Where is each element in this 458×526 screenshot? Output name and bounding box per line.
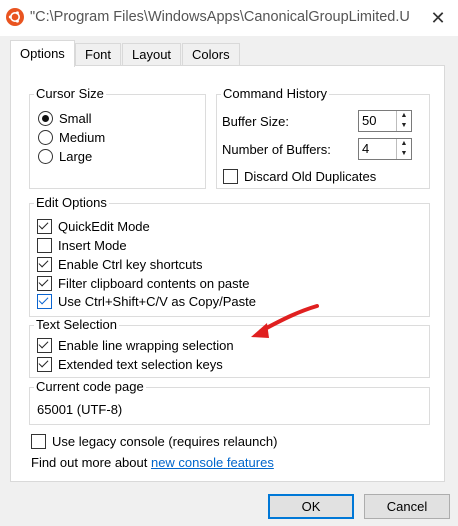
- num-buffers-arrows: ▲ ▼: [396, 139, 411, 159]
- buffer-size-arrows: ▲ ▼: [396, 111, 411, 131]
- cursor-size-group: Cursor Size Small Medium Large: [29, 86, 206, 189]
- find-out-more-text: Find out more about: [31, 454, 151, 470]
- quickedit-checkbox[interactable]: [37, 218, 52, 234]
- insert-mode-checkbox[interactable]: [37, 237, 52, 253]
- code-page-value: 65001 (UTF-8): [37, 401, 123, 417]
- num-buffers-value[interactable]: 4: [362, 141, 369, 156]
- ctrl-shortcuts[interactable]: Enable Ctrl key shortcuts: [37, 255, 203, 273]
- radio-small[interactable]: Small: [38, 109, 92, 127]
- num-buffers-label: Number of Buffers:: [222, 141, 331, 157]
- ok-button[interactable]: OK: [268, 494, 354, 519]
- ctrl-shift-copy-paste[interactable]: Use Ctrl+Shift+C/V as Copy/Paste: [37, 292, 256, 310]
- num-buffers-stepper[interactable]: 4 ▲ ▼: [358, 138, 412, 160]
- buffer-size-stepper[interactable]: 50 ▲ ▼: [358, 110, 412, 132]
- ctrl-shift-copy-paste-checkbox[interactable]: [37, 293, 52, 309]
- buffer-size-value[interactable]: 50: [362, 113, 376, 128]
- quickedit-label: QuickEdit Mode: [58, 218, 150, 234]
- radio-medium[interactable]: Medium: [38, 128, 105, 146]
- legacy-console-label: Use legacy console (requires relaunch): [52, 433, 278, 449]
- radio-large[interactable]: Large: [38, 147, 92, 165]
- stepper-down-icon[interactable]: ▼: [397, 121, 411, 131]
- filter-clipboard-checkbox[interactable]: [37, 275, 52, 291]
- line-wrapping-label: Enable line wrapping selection: [58, 337, 234, 353]
- stepper-up-icon[interactable]: ▲: [397, 139, 411, 149]
- new-console-features-link[interactable]: new console features: [151, 455, 274, 470]
- quickedit-mode[interactable]: QuickEdit Mode: [37, 217, 150, 235]
- code-page-group: Current code page 65001 (UTF-8): [29, 379, 430, 425]
- radio-small-button[interactable]: [38, 110, 53, 126]
- tab-options[interactable]: Options: [10, 40, 75, 67]
- red-arrow-annotation: [251, 304, 319, 338]
- command-history-group: Command History Buffer Size: 50 ▲ ▼ Numb…: [216, 86, 430, 189]
- discard-duplicates-checkbox[interactable]: [223, 168, 238, 184]
- ctrl-shortcuts-label: Enable Ctrl key shortcuts: [58, 256, 203, 272]
- line-wrapping-selection[interactable]: Enable line wrapping selection: [37, 336, 234, 354]
- code-page-title: Current code page: [34, 379, 146, 394]
- text-selection-group: Text Selection Enable line wrapping sele…: [29, 317, 430, 378]
- cancel-button[interactable]: Cancel: [364, 494, 450, 519]
- edit-options-group: Edit Options QuickEdit Mode Insert Mode …: [29, 195, 430, 317]
- legacy-console-checkbox[interactable]: [31, 433, 46, 449]
- insert-mode[interactable]: Insert Mode: [37, 236, 127, 254]
- extended-selection-label: Extended text selection keys: [58, 356, 223, 372]
- filter-clipboard[interactable]: Filter clipboard contents on paste: [37, 274, 250, 292]
- line-wrapping-checkbox[interactable]: [37, 337, 52, 353]
- cursor-size-title: Cursor Size: [34, 86, 106, 101]
- close-icon[interactable]: ✕: [418, 3, 458, 33]
- radio-medium-label: Medium: [59, 129, 106, 145]
- insert-mode-label: Insert Mode: [58, 237, 127, 253]
- edit-options-title: Edit Options: [34, 195, 109, 210]
- text-selection-title: Text Selection: [34, 317, 119, 332]
- find-out-more: Find out more about new console features: [31, 453, 274, 471]
- options-panel: Cursor Size Small Medium Large Command H…: [10, 65, 445, 482]
- window-title: "C:\Program Files\WindowsApps\CanonicalG…: [30, 9, 410, 25]
- properties-dialog: Options Font Layout Colors Cursor Size S…: [0, 36, 458, 526]
- discard-duplicates-label: Discard Old Duplicates: [244, 168, 377, 184]
- title-bar: "C:\Program Files\WindowsApps\CanonicalG…: [0, 0, 458, 36]
- tab-colors[interactable]: Colors: [182, 43, 240, 66]
- ctrl-shortcuts-checkbox[interactable]: [37, 256, 52, 272]
- filter-clipboard-label: Filter clipboard contents on paste: [58, 275, 250, 291]
- command-history-title: Command History: [221, 86, 330, 101]
- radio-small-label: Small: [59, 110, 92, 126]
- stepper-up-icon[interactable]: ▲: [397, 111, 411, 121]
- tab-font[interactable]: Font: [75, 43, 122, 66]
- ubuntu-logo-icon: [6, 8, 24, 26]
- stepper-down-icon[interactable]: ▼: [397, 149, 411, 159]
- legacy-console[interactable]: Use legacy console (requires relaunch): [31, 432, 277, 450]
- radio-large-label: Large: [59, 148, 93, 164]
- radio-large-button[interactable]: [38, 148, 53, 164]
- discard-duplicates[interactable]: Discard Old Duplicates: [223, 167, 376, 185]
- extended-selection-keys[interactable]: Extended text selection keys: [37, 355, 223, 373]
- ctrl-shift-copy-paste-label: Use Ctrl+Shift+C/V as Copy/Paste: [58, 293, 256, 309]
- extended-selection-checkbox[interactable]: [37, 356, 52, 372]
- radio-medium-button[interactable]: [38, 129, 53, 145]
- tab-layout[interactable]: Layout: [122, 43, 182, 66]
- buffer-size-label: Buffer Size:: [222, 113, 289, 129]
